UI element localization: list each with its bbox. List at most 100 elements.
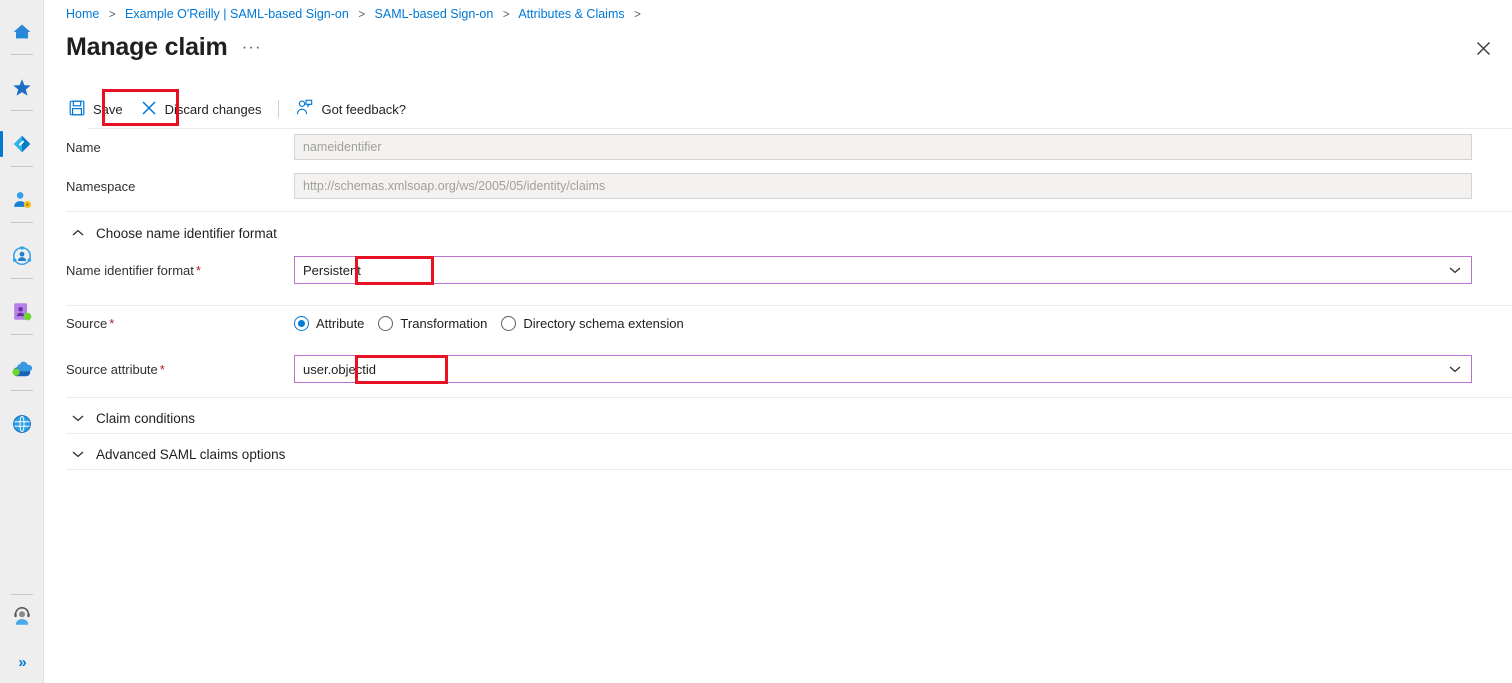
rail-divider [10,334,33,335]
rail-divider [10,278,33,279]
rail-item-all-resources[interactable] [0,402,44,446]
advanced-saml-claims-options-section[interactable]: Advanced SAML claims options [44,442,1512,466]
name-identifier-format-dropdown[interactable]: Persistent [294,256,1472,284]
source-label: Source * [44,316,294,331]
source-attribute-row: Source attribute * user.objectid [44,355,1512,383]
section-divider [66,305,1512,306]
source-radio-group: Attribute Transformation Directory schem… [294,316,684,331]
manage-claim-blade: Home > Example O'Reilly | SAML-based Sig… [44,0,1512,683]
rail-item-groups[interactable] [0,290,44,334]
advanced-saml-claims-options-label: Advanced SAML claims options [96,446,286,462]
claim-conditions-label: Claim conditions [96,410,196,426]
home-icon [11,21,33,43]
azure-resource-icon [11,133,33,155]
chevron-down-icon [72,414,84,422]
discard-changes-label: Discard changes [164,101,262,117]
rail-divider [10,166,33,167]
radio-attribute-icon [294,316,309,331]
rail-divider [10,222,33,223]
namespace-input: http://schemas.xmlsoap.org/ws/2005/05/id… [294,173,1472,199]
globe-icon [11,413,33,435]
breadcrumb: Home > Example O'Reilly | SAML-based Sig… [66,7,647,21]
source-option-directory-schema-label: Directory schema extension [523,316,684,331]
more-options-button[interactable]: ··· [242,37,262,57]
choose-name-identifier-format-label: Choose name identifier format [96,225,277,241]
rail-divider [10,54,33,55]
section-divider [66,469,1512,470]
breadcrumb-separator: > [358,9,366,21]
section-divider [66,211,1512,212]
save-button-label: Save [93,101,123,117]
required-asterisk: * [109,316,115,331]
rail-divider [10,110,33,111]
save-button[interactable]: Save [60,94,132,124]
breadcrumb-item-app[interactable]: Example O'Reilly | SAML-based Sign-on [125,7,349,21]
required-asterisk: * [195,262,201,278]
name-identifier-format-label: Name identifier format * [44,263,294,278]
section-divider [66,397,1512,398]
favorites-star-icon [11,77,33,99]
got-feedback-label: Got feedback? [321,101,407,117]
name-identifier-format-value: Persistent [303,262,361,278]
command-bar: Save Discard changes Got feedback? [44,90,1512,128]
required-asterisk: * [159,361,165,377]
breadcrumb-item-attributes-claims[interactable]: Attributes & Claims [518,7,624,21]
user-badge-icon [11,189,33,211]
rail-divider-bottom [11,594,33,595]
got-feedback-button[interactable]: Got feedback? [287,94,415,124]
breadcrumb-separator: > [502,9,510,21]
source-label-text: Source [66,316,108,331]
source-option-attribute-label: Attribute [316,316,365,331]
source-attribute-value: user.objectid [303,361,376,377]
close-icon [1476,41,1491,61]
source-row: Source * Attribute Transformation Directo… [44,316,1512,331]
breadcrumb-separator: > [108,9,116,21]
rail-item-cloud-services[interactable] [0,346,44,390]
rail-item-support[interactable] [0,599,44,639]
rail-item-favorites[interactable] [0,66,44,110]
identity-governance-icon [11,245,33,267]
breadcrumb-item-saml-sign-on[interactable]: SAML-based Sign-on [375,7,494,21]
feedback-person-icon [296,99,313,119]
name-input: nameidentifier [294,134,1472,160]
radio-transformation-icon [378,316,394,331]
name-field-row: Name nameidentifier [44,134,1512,160]
source-option-transformation-label: Transformation [400,316,488,331]
rail-item-identity-governance[interactable] [0,234,44,278]
rail-item-enterprise-applications[interactable] [0,122,44,166]
namespace-field-label: Namespace [66,178,136,194]
source-attribute-dropdown[interactable]: user.objectid [294,355,1472,383]
source-attribute-label: Source attribute * [44,362,294,377]
source-attribute-label-text: Source attribute [66,361,158,377]
chevron-down-icon [1449,365,1461,373]
source-option-attribute[interactable]: Attribute [294,316,364,331]
breadcrumb-item-home[interactable]: Home [66,7,99,21]
namespace-field-row: Namespace http://schemas.xmlsoap.org/ws/… [44,173,1512,199]
save-floppy-icon [69,100,85,119]
page-header: Manage claim ··· [66,33,262,62]
chevron-down-icon [1449,266,1461,274]
chevron-double-right-icon: » [18,653,26,671]
choose-name-identifier-format-section[interactable]: Choose name identifier format [44,221,1512,245]
cloud-services-icon [10,357,34,379]
groups-icon [11,301,33,323]
close-x-icon [141,100,157,119]
left-navigation-rail: » [0,0,44,683]
discard-changes-button[interactable]: Discard changes [132,94,271,124]
close-blade-button[interactable] [1468,36,1498,66]
rail-item-users[interactable] [0,178,44,222]
radio-directory-schema-icon [501,316,517,331]
breadcrumb-separator: > [634,9,641,21]
chevron-up-icon [72,229,84,237]
chevron-down-icon [72,450,84,458]
active-indicator [0,131,3,157]
name-field-label: Name [66,139,101,155]
rail-divider [10,390,33,391]
source-option-directory-schema-extension[interactable]: Directory schema extension [501,316,684,331]
claim-conditions-section[interactable]: Claim conditions [44,406,1512,430]
rail-item-home[interactable] [0,10,44,54]
rail-expand-button[interactable]: » [0,647,44,677]
page-title: Manage claim [66,33,228,61]
source-option-transformation[interactable]: Transformation [378,316,487,331]
section-divider [66,433,1512,434]
